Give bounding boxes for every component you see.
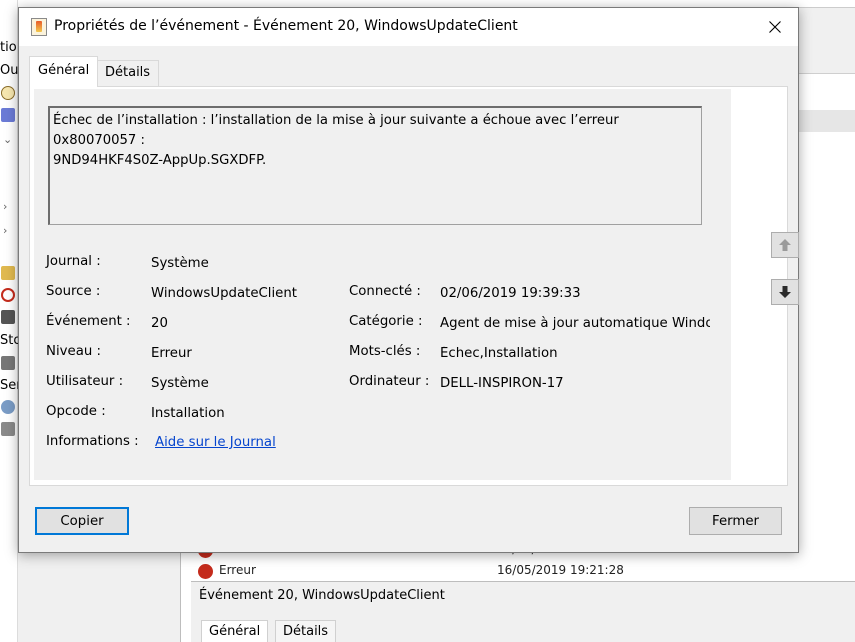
opcode-value[interactable]: Installation: [151, 406, 225, 421]
actions-header: [799, 36, 855, 74]
copy-button[interactable]: Copier: [35, 507, 129, 535]
close-icon: [769, 21, 781, 33]
close-button[interactable]: [752, 8, 798, 46]
table-row[interactable]: Erreur 16/05/2019 19:21:28: [195, 562, 855, 582]
nav-text-fragment: Ou: [0, 63, 18, 78]
folder-icon[interactable]: [1, 266, 15, 280]
event-properties-dialog: Propriétés de l’événement - Événement 20…: [18, 7, 799, 553]
source-label: Source :: [46, 284, 101, 299]
nav-text-fragment: Ser: [0, 378, 18, 393]
logged-value[interactable]: 02/06/2019 19:39:33: [440, 286, 581, 301]
level-value[interactable]: Erreur: [151, 346, 192, 361]
event-description[interactable]: Échec de l’installation : l’installation…: [48, 106, 702, 225]
event-log-icon[interactable]: [1, 108, 15, 122]
previous-event-button[interactable]: [771, 232, 799, 258]
chevron-right-icon[interactable]: ›: [3, 224, 7, 237]
event-id-value[interactable]: 20: [151, 316, 168, 331]
network-icon[interactable]: [1, 310, 15, 324]
level-label: Niveau :: [46, 344, 101, 359]
event-log-icon: [31, 18, 47, 36]
nav-text-fragment: Sto: [0, 333, 18, 348]
background-event-list: Erreur 16/05/2019 19:21:30 Erreur 16/05/…: [180, 542, 855, 642]
blocked-icon[interactable]: [1, 288, 15, 302]
storage-icon[interactable]: [1, 356, 15, 370]
event-datetime: 16/05/2019 19:21:28: [497, 563, 624, 577]
journal-value[interactable]: Système: [151, 256, 209, 271]
clock-icon[interactable]: [1, 86, 15, 100]
help-link[interactable]: Aide sur le Journal: [155, 435, 276, 450]
chevron-down-icon[interactable]: ⌄: [3, 133, 12, 146]
keywords-value[interactable]: Échec,Installation: [440, 346, 558, 361]
title-bar[interactable]: Propriétés de l’événement - Événement 20…: [19, 8, 798, 46]
opcode-label: Opcode :: [46, 404, 106, 419]
general-content: Échec de l’installation : l’installation…: [34, 89, 731, 480]
chevron-right-icon[interactable]: ›: [3, 200, 7, 213]
computer-label: Ordinateur :: [349, 374, 430, 389]
event-level: Erreur: [219, 563, 256, 577]
keywords-label: Mots-clés :: [349, 344, 421, 359]
next-event-button[interactable]: [771, 279, 799, 305]
event-detail-title: Événement 20, WindowsUpdateClient: [191, 581, 855, 611]
journal-label: Journal :: [46, 254, 101, 269]
general-tab-panel: Échec de l’installation : l’installation…: [29, 86, 788, 486]
services-icon[interactable]: [1, 422, 15, 436]
tab-details[interactable]: Détails: [96, 60, 160, 87]
background-navigation-pane: tio Ou ⌄ › › Sto Ser: [0, 0, 18, 642]
close-dialog-button[interactable]: Fermer: [689, 507, 782, 535]
nav-text-fragment: tio: [0, 40, 17, 55]
event-id-label: Événement :: [46, 314, 131, 329]
source-value[interactable]: WindowsUpdateClient: [151, 286, 297, 301]
user-value[interactable]: Système: [151, 376, 209, 391]
dialog-title: Propriétés de l’événement - Événement 20…: [54, 18, 518, 34]
arrow-up-icon: [779, 239, 791, 251]
gear-icon[interactable]: [1, 400, 15, 414]
category-value[interactable]: Agent de mise à jour automatique Windows: [440, 316, 710, 331]
category-label: Catégorie :: [349, 314, 423, 329]
event-detail-tabs: Général Détails: [191, 611, 855, 642]
tab-details-background[interactable]: Détails: [275, 620, 337, 642]
arrow-down-icon: [779, 286, 791, 298]
actions-selected-row[interactable]: [799, 110, 855, 132]
info-label: Informations :: [46, 434, 139, 449]
logged-label: Connecté :: [349, 284, 421, 299]
user-label: Utilisateur :: [46, 374, 124, 389]
tab-general[interactable]: Général: [29, 56, 99, 87]
tab-general-background[interactable]: Général: [201, 620, 269, 642]
computer-value[interactable]: DELL-INSPIRON-17: [440, 376, 564, 391]
error-icon: [198, 564, 213, 579]
background-actions-pane: [798, 36, 855, 556]
